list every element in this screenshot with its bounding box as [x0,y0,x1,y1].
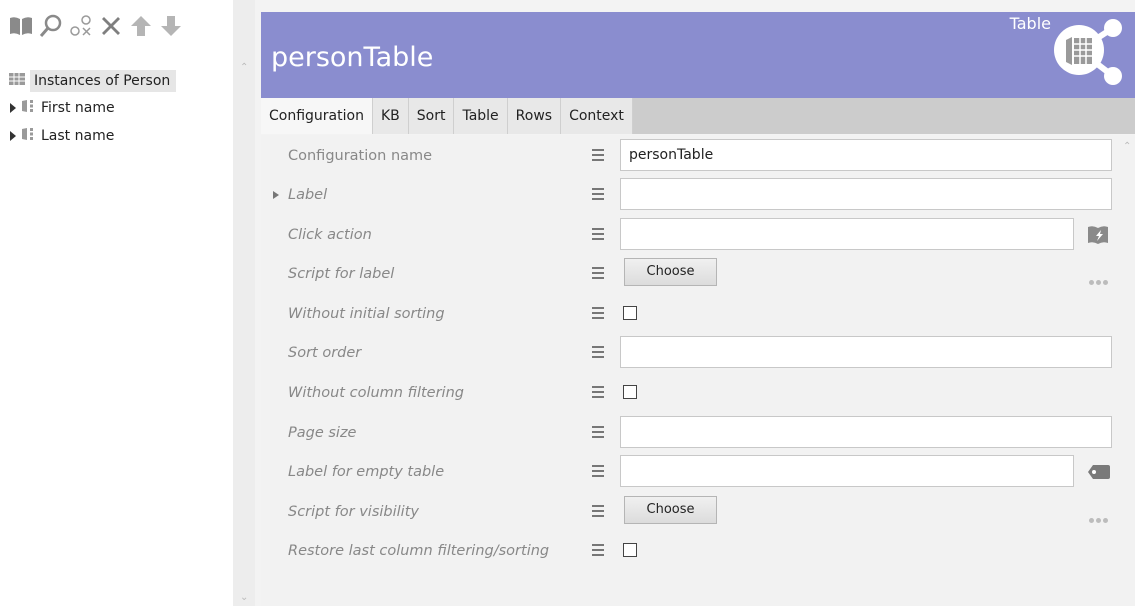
hamburger-icon[interactable] [592,465,604,480]
more-icon[interactable] [1089,270,1110,289]
field-label: Restore last column filtering/sorting [288,543,550,559]
field-label: Configuration name [288,148,433,164]
move-up-icon[interactable] [128,13,154,39]
tab-configuration[interactable]: Configuration [261,98,373,134]
field-label: Script for visibility [288,504,419,520]
form-row-sort-order: Sort order [261,333,1135,373]
tab-sort[interactable]: Sort [408,98,455,134]
hamburger-icon[interactable] [592,505,604,520]
form-row-script-for-label: Script for label Choose [261,254,1135,294]
tree-item-first-name[interactable]: First name [8,94,218,122]
field-label: Click action [288,227,372,243]
tree-scrollbar[interactable]: ⌃ ⌄ [233,0,255,606]
scroll-down-icon[interactable]: ⌄ [240,592,248,603]
field-label: Page size [288,425,357,441]
form-row-click-action: Click action [261,215,1135,255]
tree-item-label: First name [41,100,115,116]
tree-item-label: Last name [41,128,115,144]
field-label: Label [288,187,328,203]
tree-root-label: Instances of Person [30,70,177,92]
form-row-label: Label [261,175,1135,215]
label-input[interactable] [620,178,1112,210]
tab-bar: Configuration KB Sort Table Rows Context [261,98,1135,134]
hamburger-icon[interactable] [592,544,604,559]
tab-rows[interactable]: Rows [507,98,562,134]
unlink-icon[interactable] [68,13,94,39]
field-label: Sort order [288,345,362,361]
hamburger-icon[interactable] [592,149,604,164]
without-column-filtering-checkbox[interactable] [623,385,637,399]
move-down-icon[interactable] [158,13,184,39]
table-icon [8,71,26,91]
tree-root[interactable]: Instances of Person [8,68,218,94]
attribute-icon [21,127,35,145]
tab-context[interactable]: Context [561,98,633,134]
delete-icon[interactable] [98,13,124,39]
field-label: Label for empty table [288,464,445,480]
choose-button[interactable]: Choose [624,258,717,286]
scroll-up-icon[interactable]: ⌃ [240,62,248,73]
expand-icon[interactable] [10,131,16,141]
field-label: Without column filtering [288,385,464,401]
click-action-input[interactable] [620,218,1074,250]
structure-panel: Instances of Person First name Last name [0,0,233,606]
toolbar [8,12,184,40]
page-size-input[interactable] [620,416,1112,448]
editor-header: personTable Table [261,12,1135,98]
expand-icon[interactable] [10,103,16,113]
form-row-configuration-name: Configuration name [261,136,1135,176]
hamburger-icon[interactable] [592,307,604,322]
hamburger-icon[interactable] [592,228,604,243]
choose-button[interactable]: Choose [624,496,717,524]
tag-icon[interactable] [1087,464,1111,484]
hamburger-icon[interactable] [592,188,604,203]
page-title: personTable [271,42,434,73]
form-row-script-for-visibility: Script for visibility Choose [261,492,1135,532]
hamburger-icon[interactable] [592,267,604,282]
form-row-label-for-empty-table: Label for empty table [261,452,1135,492]
more-icon[interactable] [1089,508,1110,527]
form-row-restore-last-column-filtering: Restore last column filtering/sorting [261,531,1135,571]
sort-order-input[interactable] [620,336,1112,368]
field-label: Script for label [288,266,395,282]
restore-last-column-filtering-checkbox[interactable] [623,543,637,557]
attribute-icon [21,99,35,117]
scroll-up-icon[interactable]: ⌃ [1123,141,1131,152]
form-row-page-size: Page size [261,413,1135,453]
book-icon[interactable] [8,13,34,39]
search-icon[interactable] [38,13,64,39]
configuration-name-input[interactable] [620,139,1112,171]
table-widget-icon [1049,18,1127,94]
type-label: Table [1009,14,1051,33]
hamburger-icon[interactable] [592,426,604,441]
tab-kb[interactable]: KB [372,98,409,134]
form-scrollbar[interactable]: ⌃ [1119,135,1135,606]
hamburger-icon[interactable] [592,346,604,361]
field-label: Without initial sorting [288,306,445,322]
tree: Instances of Person First name Last name [8,68,218,150]
tab-table[interactable]: Table [454,98,508,134]
configuration-form: Configuration name Label Click action Sc… [261,135,1135,606]
label-for-empty-table-input[interactable] [620,455,1074,487]
expand-icon[interactable] [273,191,279,199]
tree-item-last-name[interactable]: Last name [8,122,218,150]
form-row-without-initial-sorting: Without initial sorting [261,294,1135,334]
form-row-without-column-filtering: Without column filtering [261,373,1135,413]
without-initial-sorting-checkbox[interactable] [623,306,637,320]
hamburger-icon[interactable] [592,386,604,401]
action-book-icon[interactable] [1087,224,1109,250]
